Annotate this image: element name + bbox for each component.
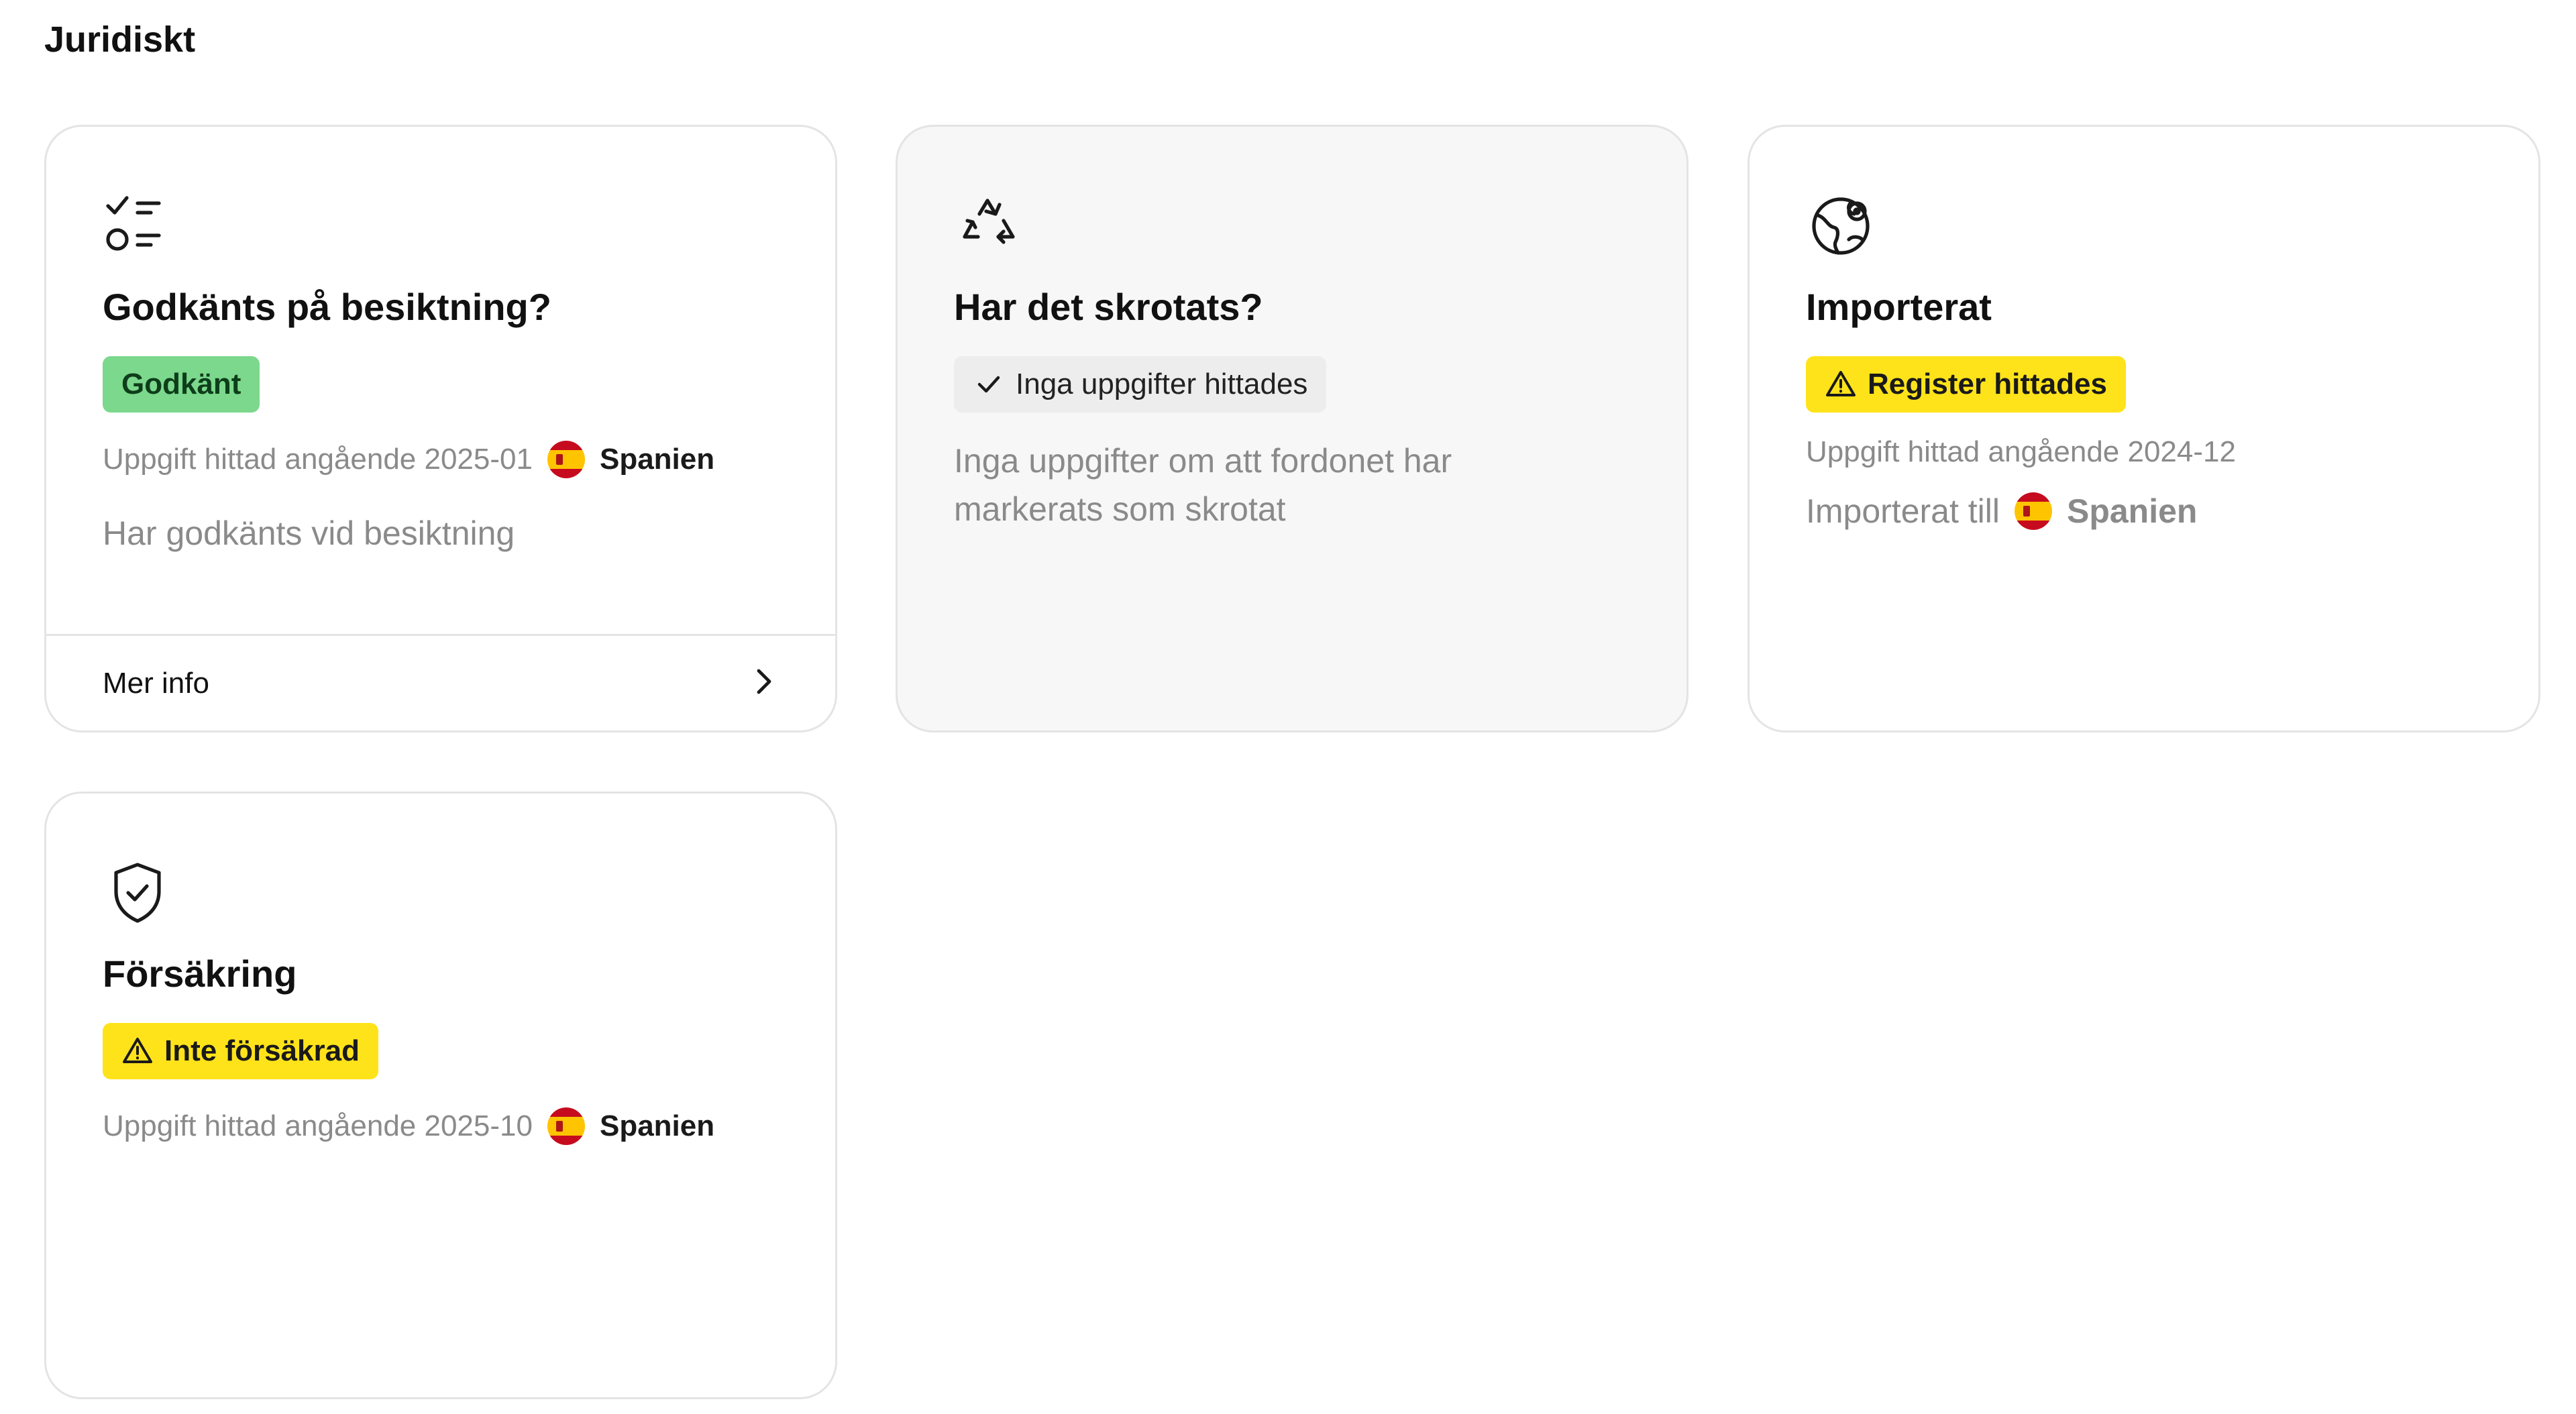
more-info-label: Mer info — [103, 666, 209, 700]
check-icon — [977, 376, 1000, 393]
meta-country: Spanien — [599, 1109, 715, 1142]
card-inspection: Godkänts på besiktning? Godkänt Uppgift … — [44, 125, 837, 732]
meta-label: Uppgift hittad angående 2024-12 — [1806, 435, 2236, 468]
card-insurance: Försäkring Inte försäkrad Uppgift hittad… — [44, 792, 837, 1399]
globe-icon — [1806, 191, 1876, 261]
section-title: Juridiskt — [44, 19, 196, 60]
page: Juridiskt Godkänts på besiktning? Godkän… — [0, 0, 2576, 1414]
warning-icon — [123, 1038, 152, 1063]
badge-label: Godkänt — [121, 368, 241, 400]
status-badge: Inte försäkrad — [103, 1023, 378, 1079]
card-scrapped: Har det skrotats? Inga uppgifter hittade… — [896, 125, 1688, 732]
status-badge: Register hittades — [1806, 356, 2126, 413]
badge-label: Inga uppgifter hittades — [1016, 368, 1308, 400]
chevron-right-icon — [747, 665, 779, 701]
description-line: Inga uppgifter om att fordonet har — [954, 442, 1452, 480]
badge-label: Inte försäkrad — [164, 1034, 360, 1067]
more-info-link[interactable]: Mer info — [46, 634, 835, 730]
spain-flag-icon — [2014, 492, 2052, 530]
meta-row: Uppgift hittad angående 2024-12 — [1806, 435, 2236, 469]
warning-icon — [1826, 371, 1856, 396]
description-line: markerats som skrotat — [954, 490, 1286, 528]
imported-row: Importerat till Spanien — [1806, 492, 2197, 531]
checklist-icon — [103, 191, 172, 261]
meta-label: Uppgift hittad angående 2025-10 — [103, 1109, 533, 1142]
badge-label: Register hittades — [1868, 368, 2107, 400]
card-description: Har godkänts vid besiktning — [103, 514, 515, 552]
imported-label: Importerat till — [1806, 492, 2000, 530]
status-badge: Godkänt — [103, 356, 260, 413]
shield-check-icon — [103, 858, 172, 928]
card-description: Inga uppgifter om att fordonet har marke… — [954, 437, 1452, 533]
card-title: Försäkring — [103, 953, 297, 995]
card-title: Godkänts på besiktning? — [103, 286, 551, 328]
spain-flag-icon — [547, 441, 585, 478]
meta-country: Spanien — [599, 443, 715, 476]
card-title: Har det skrotats? — [954, 286, 1263, 328]
meta-label: Uppgift hittad angående 2025-01 — [103, 443, 533, 476]
card-title: Importerat — [1806, 286, 1992, 328]
card-imported: Importerat Register hittades Uppgift hit… — [1748, 125, 2540, 732]
meta-row: Uppgift hittad angående 2025-10 Spanien — [103, 1107, 714, 1145]
recycle-icon — [954, 191, 1024, 261]
imported-country: Spanien — [2066, 492, 2198, 530]
meta-row: Uppgift hittad angående 2025-01 Spanien — [103, 441, 714, 478]
spain-flag-icon — [547, 1107, 585, 1145]
status-badge: Inga uppgifter hittades — [954, 356, 1327, 413]
